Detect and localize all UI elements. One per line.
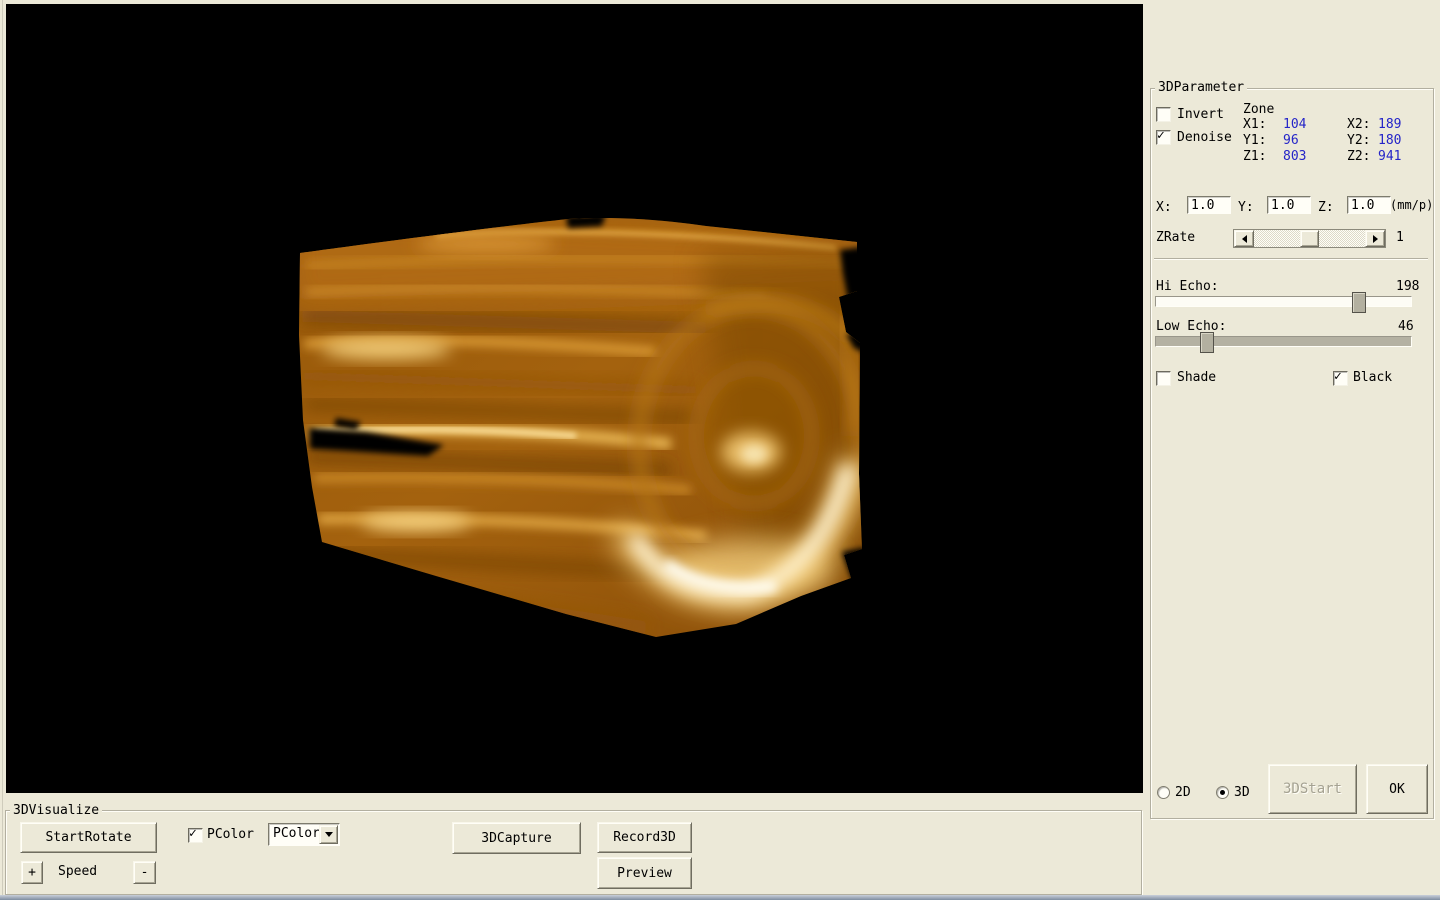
mode-2d-radio[interactable] (1157, 786, 1170, 799)
mode-2d-label[interactable]: 2D (1175, 785, 1191, 800)
preview-button[interactable]: Preview (597, 857, 692, 889)
window-bottom-edge (0, 895, 1440, 900)
ok-button[interactable]: OK (1366, 764, 1428, 814)
zone-x1-label: X1: (1243, 117, 1266, 132)
black-label[interactable]: Black (1353, 370, 1392, 385)
hi-echo-slider-thumb[interactable] (1352, 292, 1366, 313)
zone-x1-value: 104 (1283, 117, 1306, 132)
low-echo-label: Low Echo: (1156, 319, 1226, 334)
zone-z2-label: Z2: (1347, 149, 1370, 164)
invert-label[interactable]: Invert (1177, 107, 1224, 122)
zrate-label: ZRate (1156, 230, 1195, 245)
y-scale-label: Y: (1238, 200, 1254, 215)
zone-y2-label: Y2: (1347, 133, 1370, 148)
record-3d-button[interactable]: Record3D (597, 822, 692, 853)
speed-plus-button[interactable]: + (21, 861, 43, 884)
scroll-right-arrow-icon[interactable] (1365, 230, 1385, 247)
low-echo-value: 46 (1398, 319, 1414, 334)
zrate-value: 1 (1396, 230, 1404, 245)
shade-label[interactable]: Shade (1177, 370, 1216, 385)
low-echo-slider-thumb[interactable] (1200, 332, 1214, 353)
invert-checkbox[interactable] (1156, 107, 1171, 122)
zone-x2-value: 189 (1378, 117, 1401, 132)
y-scale-input[interactable] (1267, 196, 1311, 214)
mode-3d-radio[interactable] (1216, 786, 1229, 799)
speed-label: Speed (58, 864, 97, 879)
pcolor-label[interactable]: PColor (207, 827, 254, 842)
denoise-checkbox[interactable] (1156, 130, 1171, 145)
z-scale-input[interactable] (1347, 196, 1391, 214)
render-viewport[interactable] (6, 4, 1143, 793)
scale-unit-label: (mm/p) (1390, 198, 1433, 213)
scroll-left-arrow-icon[interactable] (1234, 230, 1254, 247)
pcolor-dropdown[interactable]: PColor (268, 823, 340, 846)
capture-3d-button[interactable]: 3DCapture (452, 822, 581, 854)
parameter-group-title: 3DParameter (1155, 80, 1247, 95)
volume-render (6, 4, 1143, 793)
zone-y2-value: 180 (1378, 133, 1401, 148)
black-checkbox[interactable] (1333, 371, 1348, 386)
dropdown-arrow-icon[interactable] (319, 825, 338, 844)
visualize-group-title: 3DVisualize (10, 803, 102, 818)
zone-z2-value: 941 (1378, 149, 1401, 164)
zone-y1-value: 96 (1283, 133, 1299, 148)
mode-3d-label[interactable]: 3D (1234, 785, 1250, 800)
zone-x2-label: X2: (1347, 117, 1370, 132)
z-scale-label: Z: (1318, 200, 1334, 215)
hi-echo-slider-track[interactable] (1155, 296, 1412, 307)
window-left-edge (2, 0, 3, 900)
zone-z1-value: 803 (1283, 149, 1306, 164)
app-window: { "window": { "background_color": "#ece9… (0, 0, 1440, 900)
speed-minus-button[interactable]: - (133, 861, 156, 884)
hi-echo-value: 198 (1396, 279, 1419, 294)
start-rotate-button[interactable]: StartRotate (20, 822, 157, 853)
start-3d-button[interactable]: 3DStart (1268, 764, 1357, 814)
zrate-scrollbar[interactable] (1233, 229, 1386, 248)
shade-checkbox[interactable] (1156, 371, 1171, 386)
panel-divider (1154, 258, 1428, 260)
pcolor-checkbox[interactable] (188, 828, 203, 843)
x-scale-label: X: (1156, 200, 1172, 215)
hi-echo-label: Hi Echo: (1156, 279, 1219, 294)
denoise-label[interactable]: Denoise (1177, 130, 1232, 145)
low-echo-slider-track[interactable] (1155, 336, 1412, 347)
x-scale-input[interactable] (1187, 196, 1231, 214)
zone-y1-label: Y1: (1243, 133, 1266, 148)
zone-z1-label: Z1: (1243, 149, 1266, 164)
zrate-scrollbar-thumb[interactable] (1300, 230, 1319, 247)
zone-title: Zone (1243, 102, 1274, 117)
pcolor-dropdown-value: PColor (273, 826, 320, 841)
